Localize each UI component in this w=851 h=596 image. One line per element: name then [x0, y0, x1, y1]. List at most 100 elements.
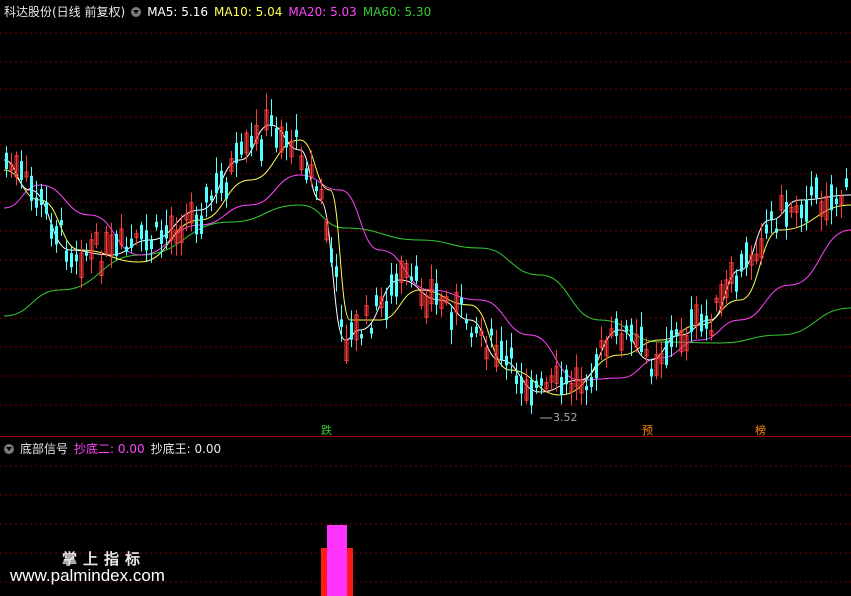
candle-body [560, 377, 563, 395]
candle-body [335, 266, 338, 278]
candle-body [360, 334, 363, 339]
candle-body [415, 265, 418, 281]
candle-body [395, 273, 398, 297]
candle-body [225, 182, 228, 199]
candle-body [540, 378, 543, 386]
candle-body [745, 242, 748, 268]
ma5-legend: MA5: 5.16 [147, 4, 208, 19]
chevron-down-icon[interactable] [131, 6, 142, 17]
candle-body [200, 215, 203, 234]
candle-body [775, 228, 778, 233]
candle-body [65, 250, 68, 262]
ma5-line [3, 124, 851, 393]
candle-body [435, 283, 438, 305]
candle-body [85, 251, 88, 256]
candle-body [735, 275, 738, 292]
candle-body [55, 226, 58, 245]
price-chart-panel[interactable]: 科达股份(日线 前复权) MA5: 5.16 MA10: 5.04 MA20: … [0, 0, 851, 437]
indicator-title: 底部信号 [20, 442, 69, 456]
candle-body [235, 142, 238, 164]
low-price-label: 3.52 [553, 411, 578, 424]
chevron-down-icon[interactable] [4, 443, 14, 454]
candle-body [125, 246, 128, 252]
candle-body [500, 340, 503, 360]
candle-body [615, 318, 618, 337]
candle-body [565, 369, 568, 385]
candle-body [70, 253, 73, 268]
candle-body [530, 379, 533, 406]
candle-body [705, 315, 708, 329]
candle-body [285, 130, 288, 148]
candle-body [590, 377, 593, 387]
candle-body [295, 129, 298, 138]
candle-body [35, 197, 38, 208]
price-header: 科达股份(日线 前复权) MA5: 5.16 MA10: 5.04 MA20: … [4, 3, 431, 20]
candle-body [260, 139, 263, 161]
ma10-legend: MA10: 5.04 [213, 4, 283, 19]
candle-body [585, 386, 588, 391]
candle-body [350, 322, 353, 340]
candle-body [275, 128, 278, 148]
candle-body [845, 178, 848, 188]
candle-body [815, 177, 818, 198]
candle-body [30, 175, 33, 201]
candle-body [650, 368, 653, 377]
candle-body [165, 225, 168, 239]
candle-body [250, 135, 253, 148]
candle-body [510, 347, 513, 359]
candle-body [210, 195, 213, 201]
candle-body [20, 161, 23, 180]
candle-body [675, 329, 678, 337]
candle-body [240, 141, 243, 155]
candle-body [535, 380, 538, 388]
candle-body [385, 301, 388, 320]
candle-body [195, 214, 198, 235]
candle-body [770, 211, 773, 220]
price-chart[interactable] [0, 0, 851, 436]
candle-body [475, 326, 478, 334]
candle-body [375, 295, 378, 307]
candle-body [690, 309, 693, 332]
candle-body [305, 168, 308, 180]
candle-body [115, 233, 118, 257]
candle-body [45, 202, 48, 214]
candle-body [130, 238, 133, 248]
candle-body [785, 201, 788, 227]
candle-body [490, 328, 493, 336]
candle-body [155, 221, 158, 228]
candle-body [520, 377, 523, 394]
indicator-1-label: 抄底二: 0.00 [74, 442, 145, 456]
candle-body [765, 224, 768, 234]
candle-body [150, 239, 153, 250]
ma60-legend: MA60: 5.30 [362, 4, 432, 19]
indicator-2-label: 抄底王: 0.00 [150, 442, 222, 456]
candle-body [835, 198, 838, 205]
candle-body [5, 152, 8, 170]
candle-body [315, 186, 318, 192]
candle-body [450, 312, 453, 330]
candle-body [270, 115, 273, 127]
candle-body [470, 332, 473, 338]
candle-body [50, 224, 53, 239]
candle-body [805, 199, 808, 222]
candle-body [670, 330, 673, 348]
stock-title: 科达股份(日线 前复权) [4, 5, 126, 19]
candle-body [390, 274, 393, 296]
indicator-header: 底部信号 抄底二: 0.00 抄底王: 0.00 [4, 440, 221, 457]
candle-body [515, 375, 518, 385]
watermark-url: www.palmindex.com [10, 566, 165, 585]
candle-body [810, 186, 813, 196]
candle-body [40, 188, 43, 205]
candle-body [330, 248, 333, 263]
candle-body [140, 224, 143, 240]
candle-body [410, 276, 413, 281]
candle-body [370, 327, 373, 334]
candle-body [205, 186, 208, 203]
candle-body [700, 313, 703, 332]
candle-body [160, 230, 163, 244]
signal-bar-magenta [327, 525, 347, 596]
candle-body [625, 325, 628, 333]
candle-body [145, 230, 148, 251]
candle-body [75, 254, 78, 262]
ma10-line [3, 139, 851, 396]
